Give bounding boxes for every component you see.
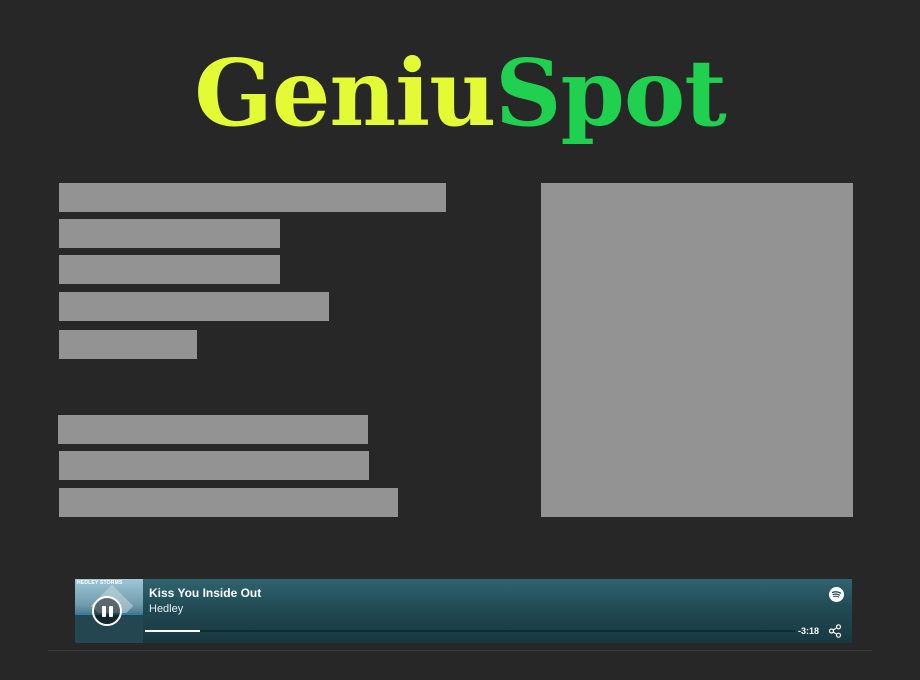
track-title[interactable]: Kiss You Inside Out bbox=[149, 586, 261, 600]
image-placeholder bbox=[541, 183, 853, 517]
divider bbox=[48, 650, 872, 651]
text-placeholder-bar bbox=[59, 330, 197, 359]
track-artist[interactable]: Hedley bbox=[149, 603, 183, 615]
site-logo: GeniuSpot bbox=[0, 38, 920, 148]
spotify-player-widget: HEDLEY STORMS Kiss You Inside Out Hedley… bbox=[75, 579, 852, 643]
text-placeholder-bar bbox=[59, 255, 280, 284]
text-placeholder-bar bbox=[59, 488, 398, 517]
playback-progress-fill bbox=[145, 630, 201, 632]
share-icon[interactable] bbox=[828, 624, 842, 638]
time-remaining: -3:18 bbox=[798, 626, 820, 636]
text-placeholder-bar bbox=[59, 183, 446, 212]
album-art: HEDLEY STORMS bbox=[75, 579, 143, 643]
text-placeholder-bar bbox=[59, 451, 369, 480]
album-art-label: HEDLEY STORMS bbox=[77, 580, 123, 586]
text-placeholder-bar bbox=[59, 219, 280, 248]
text-placeholder-bar bbox=[59, 292, 329, 321]
logo-text-spot: Spot bbox=[495, 39, 727, 147]
spotify-icon[interactable] bbox=[829, 587, 844, 602]
logo-text-genius: Geniu bbox=[194, 39, 496, 147]
pause-button[interactable] bbox=[92, 596, 122, 626]
playback-progress-bar[interactable] bbox=[145, 630, 795, 632]
text-placeholder-bar bbox=[58, 415, 368, 444]
